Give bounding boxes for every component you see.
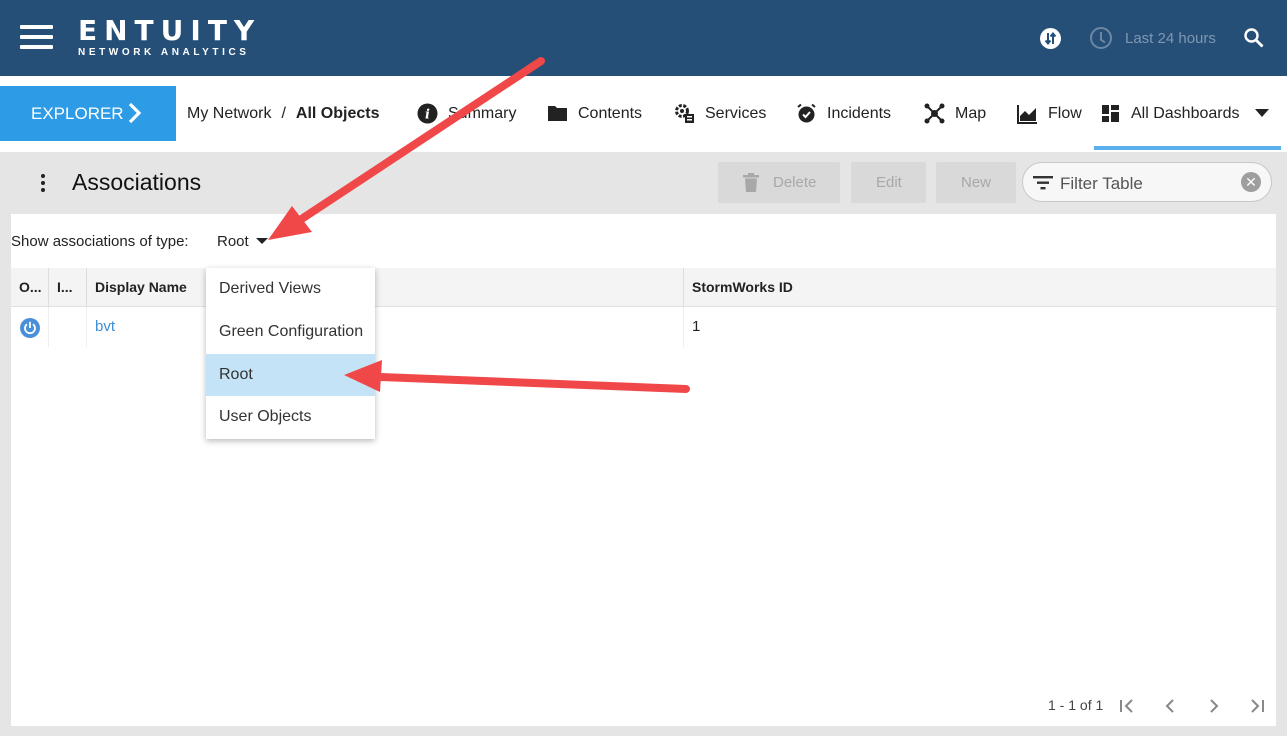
row-display-name-cell: bvt (87, 307, 684, 347)
sync-icon[interactable] (1040, 28, 1061, 49)
caret-down-icon (255, 238, 268, 244)
app-logo: ENTUITY NETWORK ANALYTICS (78, 16, 261, 59)
row-stormworks-id-cell: 1 (692, 318, 701, 335)
caret-down-icon[interactable] (1255, 109, 1269, 117)
network-map-icon (924, 103, 945, 124)
table-header: O... I... Display Name StormWorks ID (11, 268, 1276, 307)
folder-icon (548, 106, 567, 121)
tab-contents-label: Contents (578, 105, 643, 122)
info-icon: i (417, 103, 438, 124)
association-type-select[interactable]: Root (217, 233, 268, 250)
dropdown-option-derived-views[interactable]: Derived Views (206, 268, 375, 310)
explorer-button-label: EXPLORER (31, 104, 124, 123)
breadcrumb-all-objects: All Objects (295, 105, 380, 122)
first-page-icon[interactable] (1119, 698, 1135, 714)
chevron-right-icon (128, 102, 142, 124)
filter-table-placeholder: Filter Table (1060, 174, 1143, 193)
filter-icon (1033, 176, 1053, 190)
svg-text:i: i (425, 108, 430, 123)
row-i-cell (49, 307, 87, 347)
row-state-cell (11, 307, 49, 347)
search-icon[interactable] (1243, 27, 1265, 54)
power-icon[interactable] (20, 318, 40, 338)
association-type-value: Root (217, 233, 249, 250)
new-button[interactable]: New (936, 162, 1016, 203)
column-header-stormworks-id[interactable]: StormWorks ID (684, 268, 1276, 307)
top-bar: ENTUITY NETWORK ANALYTICS Last 24 hours (0, 0, 1287, 76)
display-name-link[interactable]: bvt (95, 318, 115, 335)
dropdown-option-green-configuration[interactable]: Green Configuration (206, 311, 375, 353)
tab-all-dashboards-label: All Dashboards (1131, 105, 1240, 122)
previous-page-icon[interactable] (1163, 698, 1177, 714)
more-options-icon[interactable] (41, 174, 46, 192)
page-title: Associations (72, 169, 202, 195)
edit-button[interactable]: Edit (851, 162, 926, 203)
tab-summary-label: Summary (448, 105, 517, 122)
association-type-dropdown: Derived Views Green Configuration Root U… (206, 268, 375, 439)
delete-button[interactable]: Delete (718, 162, 840, 203)
trash-icon (743, 173, 759, 192)
dropdown-option-root[interactable]: Root (206, 354, 375, 396)
clock-icon[interactable] (1090, 27, 1112, 49)
dashboard-grid-icon (1102, 105, 1119, 122)
column-header-o[interactable]: O... (11, 268, 49, 307)
pagination-summary: 1 - 1 of 1 (1048, 697, 1104, 713)
breadcrumb: My Network / All Objects (187, 105, 379, 123)
hamburger-menu-icon[interactable] (20, 25, 53, 49)
nav-bar: EXPLORER My Network / All Objects i Summar… (0, 76, 1287, 152)
breadcrumb-my-network[interactable]: My Network (187, 105, 271, 122)
table-row: bvt 1 (11, 307, 1276, 347)
clear-filter-icon[interactable]: ✕ (1241, 172, 1261, 192)
time-range-selector[interactable]: Last 24 hours (1125, 30, 1216, 47)
last-page-icon[interactable] (1249, 698, 1265, 714)
new-button-label: New (961, 174, 992, 191)
tab-flow-label: Flow (1048, 105, 1082, 122)
tab-incidents-label: Incidents (827, 105, 892, 122)
next-page-icon[interactable] (1207, 698, 1221, 714)
active-tab-indicator (1094, 146, 1281, 150)
alarm-clock-icon (797, 103, 816, 123)
column-header-display-name[interactable]: Display Name (87, 268, 684, 307)
dropdown-option-user-objects[interactable]: User Objects (206, 396, 375, 438)
column-header-i[interactable]: I... (49, 268, 87, 307)
explorer-button[interactable]: EXPLORER (0, 86, 176, 141)
services-gear-icon (675, 104, 694, 123)
breadcrumb-separator: / (281, 105, 286, 122)
tab-map-label: Map (955, 105, 987, 122)
logo-tagline: NETWORK ANALYTICS (78, 47, 250, 58)
flow-chart-icon (1017, 105, 1037, 124)
association-type-label: Show associations of type: (11, 233, 189, 250)
delete-button-label: Delete (773, 174, 817, 191)
logo-brand: ENTUITY (78, 14, 262, 47)
filter-table-input[interactable]: Filter Table ✕ (1022, 162, 1272, 202)
edit-button-label: Edit (876, 174, 902, 191)
tab-services-label: Services (705, 105, 767, 122)
